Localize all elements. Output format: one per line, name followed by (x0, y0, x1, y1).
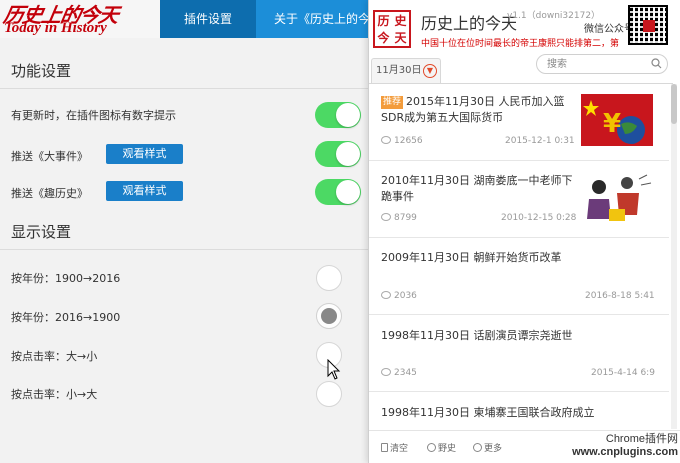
toggle-knob (336, 142, 360, 166)
sort-option-label: 按年份：1900→2016 (11, 272, 121, 285)
settings-panel: 功能设置 有更新时，在插件图标有数字提示 推送《大事件》 观看样式 推送《趣历史… (0, 38, 372, 463)
search-box (536, 54, 668, 74)
more-button[interactable]: 更多 (473, 441, 502, 454)
news-date: 2010-12-15 0:28 (501, 213, 577, 223)
trash-icon (381, 443, 388, 452)
news-title[interactable]: 推荐 2015年11月30日 人民币加入篮SDR成为第五大国际货币 (381, 94, 581, 126)
popup-title: 历史上的今天 (421, 14, 518, 33)
wechat-label: 微信公众号 (584, 24, 634, 35)
popup-header: 历 史 今 天 历史上的今天 v1.1（downi32172） 中国十位在位时间… (369, 0, 680, 52)
scrollbar[interactable] (671, 84, 677, 429)
push-events-label: 推送《大事件》 (11, 150, 88, 163)
comment-count: 2345 (381, 368, 417, 378)
comment-count-value: 12656 (394, 136, 423, 146)
comment-icon (381, 136, 391, 144)
comment-icon (381, 368, 391, 376)
news-item[interactable]: 2009年11月30日 朝鲜开始货币改革 2036 2016-8-18 5:41 (369, 238, 669, 315)
news-date: 2015-12-1 0:31 (505, 136, 575, 146)
news-title[interactable]: 2010年11月30日 湖南娄底一中老师下跪事件 (381, 173, 577, 205)
sort-option-label: 按年份：2016→1900 (11, 311, 121, 324)
tab-plugin-settings[interactable]: 插件设置 (160, 0, 256, 38)
search-icon[interactable] (651, 58, 662, 69)
chevron-down-icon[interactable]: ▼ (423, 64, 437, 78)
sort-year-asc-radio[interactable] (316, 265, 342, 291)
comment-icon (381, 213, 391, 221)
seal-char: 历 (377, 13, 390, 28)
qr-code-icon (628, 5, 668, 45)
news-title[interactable]: 1998年11月30日 话剧演员谭宗尧逝世 (381, 328, 661, 344)
news-item[interactable]: 1998年11月30日 话剧演员谭宗尧逝世 2345 2015-4-14 6:9 (369, 315, 669, 392)
clear-label: 清空 (390, 444, 409, 454)
sort-clicks-asc-radio[interactable] (316, 381, 342, 407)
update-badge-label: 有更新时，在插件图标有数字提示 (11, 109, 176, 122)
radio-dot (321, 308, 337, 324)
news-title[interactable]: 2009年11月30日 朝鲜开始货币改革 (381, 250, 661, 266)
app-logo: 历史上的今天 Today in History (0, 0, 160, 38)
cartoon-thumbnail[interactable] (581, 169, 653, 225)
wild-history-button[interactable]: 野史 (427, 441, 456, 454)
divider (0, 249, 372, 250)
yuan-flag-thumbnail[interactable]: ¥ (581, 94, 653, 146)
comment-icon (381, 291, 391, 299)
date-tab-label: 11月30日 (376, 65, 422, 76)
news-date: 2015-4-14 6:9 (591, 368, 655, 378)
sort-option-label: 按点击率：大→小 (11, 350, 98, 363)
seal-char: 史 (394, 13, 407, 28)
clear-button[interactable]: 清空 (381, 441, 408, 454)
news-item[interactable]: 2010年11月30日 湖南娄底一中老师下跪事件 8799 2010-12-15… (369, 161, 669, 238)
wild-history-icon (427, 443, 436, 452)
news-date: 2016-8-18 5:41 (585, 291, 655, 301)
site-watermark: Chrome插件网 www.cnplugins.com (560, 430, 678, 458)
view-style-events-button[interactable]: 观看样式 (106, 144, 183, 164)
comment-count-value: 2036 (394, 291, 417, 301)
watermark-line1: Chrome插件网 (605, 433, 678, 445)
search-input[interactable] (547, 57, 647, 71)
wild-history-label: 野史 (438, 444, 457, 454)
update-badge-toggle[interactable] (315, 102, 361, 128)
news-item[interactable]: 1998年11月30日 柬埔寨王国联合政府成立 (369, 392, 669, 430)
function-settings-title: 功能设置 (11, 62, 72, 80)
toggle-knob (336, 103, 360, 127)
seal-char: 今 (377, 30, 390, 45)
headline-marquee[interactable]: 中国十位在位时间最长的帝王康熙只能排第二，第 (421, 36, 627, 49)
comment-count: 2036 (381, 291, 417, 301)
more-label: 更多 (484, 444, 503, 454)
push-fun-label: 推送《趣历史》 (11, 187, 88, 200)
logo-en: Today in History (4, 20, 107, 36)
comment-count: 8799 (381, 213, 417, 223)
svg-text:¥: ¥ (603, 109, 621, 139)
more-icon (473, 443, 482, 452)
seal-logo-icon: 历 史 今 天 (373, 10, 411, 48)
date-tab[interactable]: 11月30日 ▼ (371, 58, 441, 84)
push-fun-toggle[interactable] (315, 179, 361, 205)
seal-char: 天 (394, 30, 407, 45)
push-events-toggle[interactable] (315, 141, 361, 167)
scrollbar-thumb[interactable] (671, 84, 677, 124)
view-style-fun-button[interactable]: 观看样式 (106, 181, 183, 201)
display-settings-title: 显示设置 (11, 223, 72, 241)
news-item[interactable]: 推荐 2015年11月30日 人民币加入篮SDR成为第五大国际货币 12656 2… (369, 84, 669, 161)
divider (0, 88, 372, 89)
toggle-knob (336, 180, 360, 204)
mouse-cursor-icon (327, 359, 341, 380)
comment-count-value: 8799 (394, 213, 417, 223)
history-popup: 历 史 今 天 历史上的今天 v1.1（downi32172） 中国十位在位时间… (368, 0, 680, 463)
watermark-line2: www.cnplugins.com (572, 446, 678, 458)
news-title[interactable]: 1998年11月30日 柬埔寨王国联合政府成立 (381, 405, 661, 421)
comment-count: 12656 (381, 136, 423, 146)
sort-option-label: 按点击率：小→大 (11, 388, 98, 401)
recommend-badge: 推荐 (381, 96, 404, 109)
comment-count-value: 2345 (394, 368, 417, 378)
news-title-text: 2015年11月30日 人民币加入篮SDR成为第五大国际货币 (381, 95, 565, 124)
sort-year-desc-radio[interactable] (316, 303, 342, 329)
